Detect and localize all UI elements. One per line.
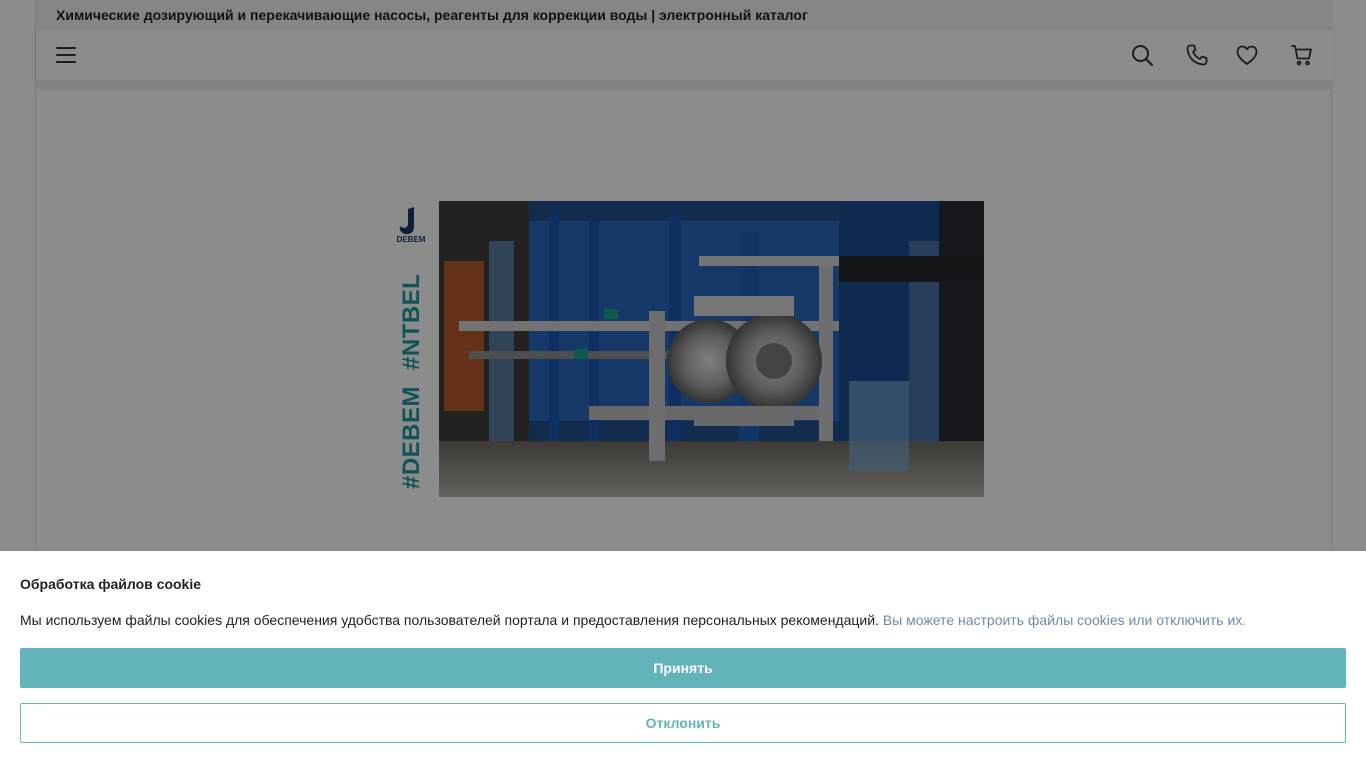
decline-button[interactable]: Отклонить xyxy=(20,703,1346,743)
cookie-description: Мы используем файлы cookies для обеспече… xyxy=(20,612,883,628)
cookie-title: Обработка файлов cookie xyxy=(20,576,202,592)
cookie-text: Мы используем файлы cookies для обеспече… xyxy=(20,612,1246,628)
cookie-settings-link[interactable]: Вы можете настроить файлы cookies или от… xyxy=(883,612,1246,628)
page: Химические дозирующий и перекачивающие н… xyxy=(0,0,1366,768)
accept-button[interactable]: Принять xyxy=(20,648,1346,688)
cookie-banner: Обработка файлов cookie Мы используем фа… xyxy=(0,551,1366,768)
